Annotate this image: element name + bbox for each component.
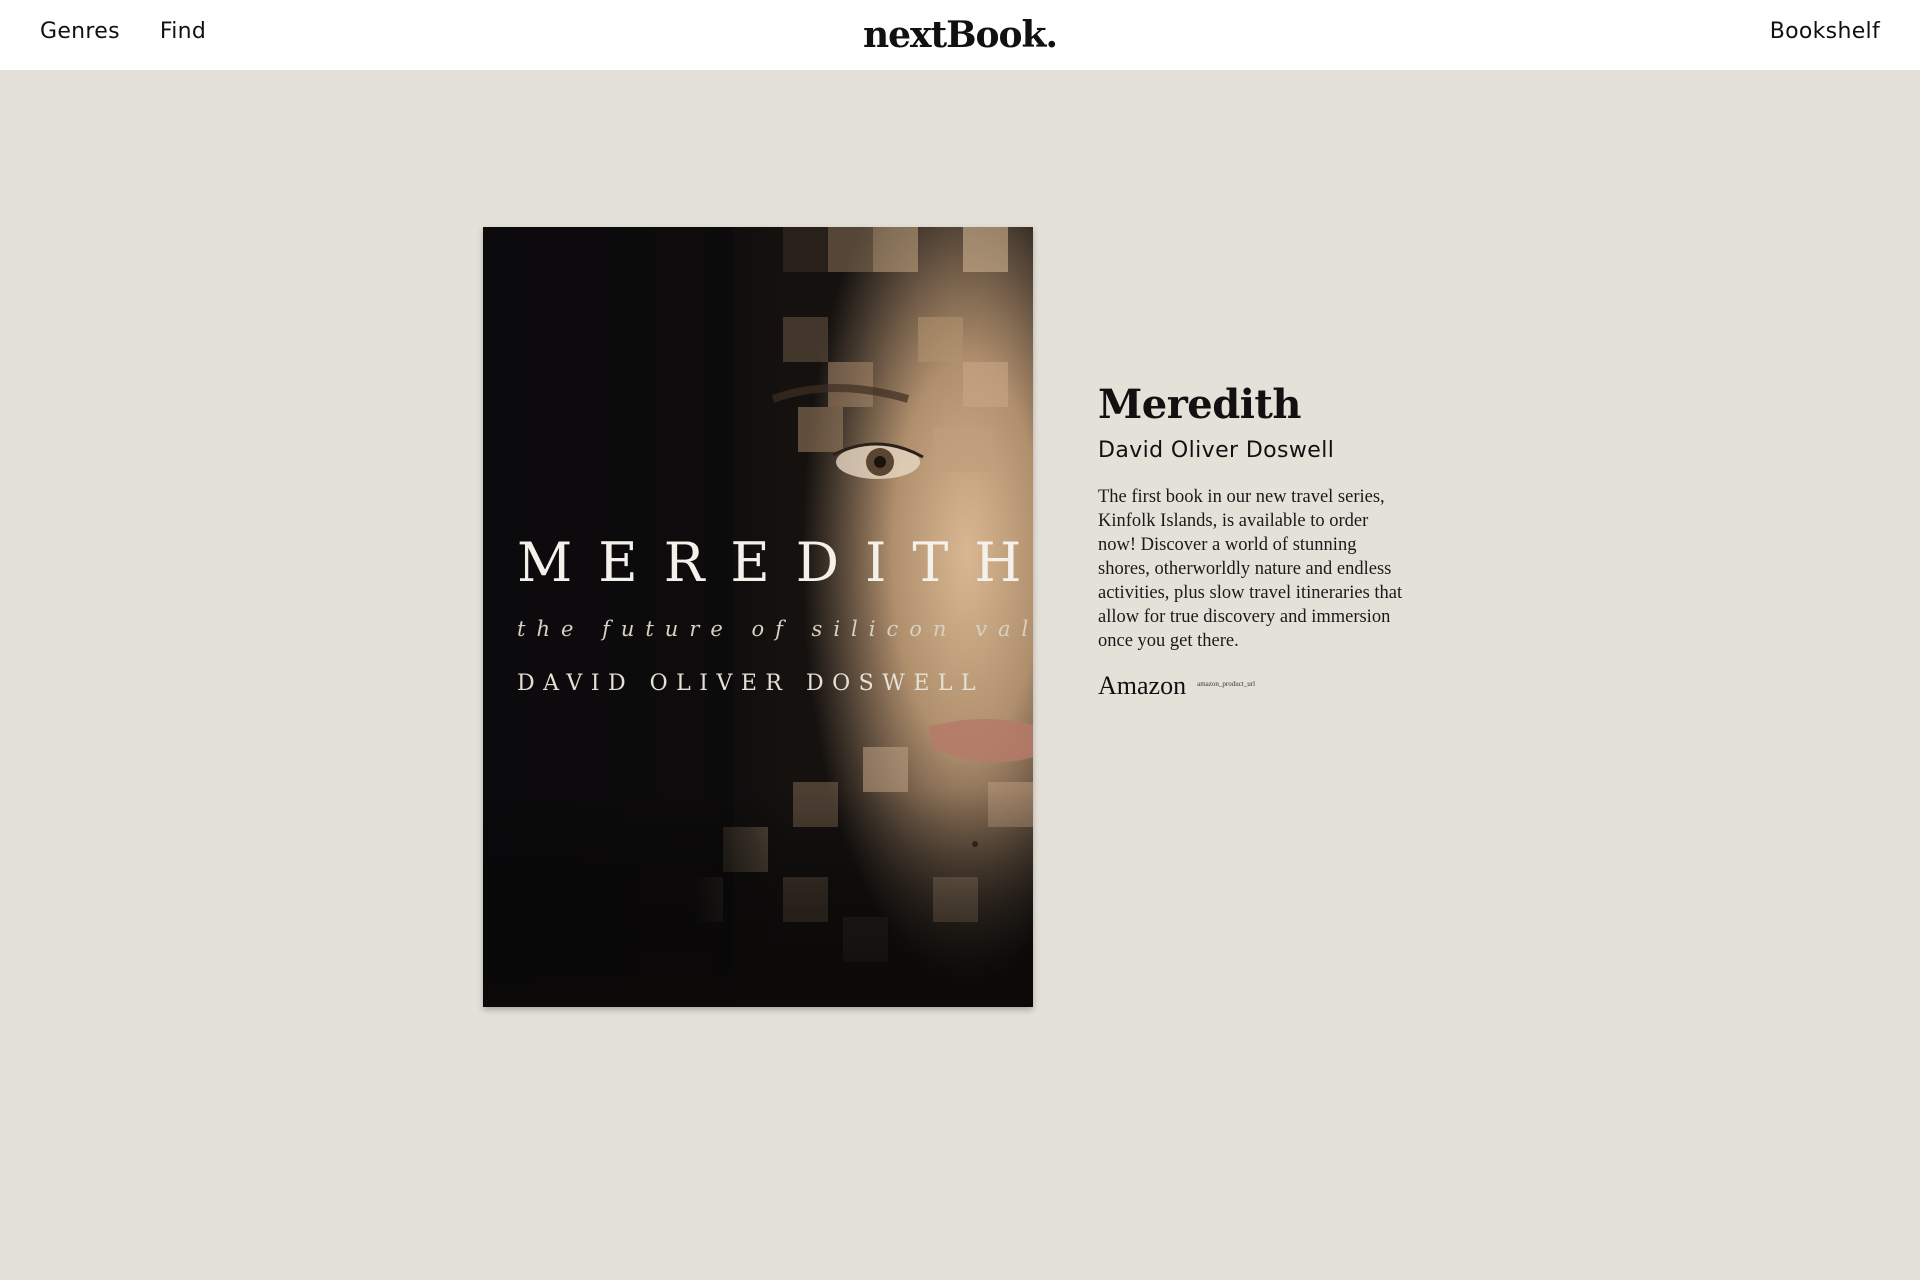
primary-nav: Genres Find [40,19,206,44]
top-navigation-bar: Genres Find nextBook. Bookshelf [0,0,1920,70]
cover-subtitle: the future of silicon valley [517,617,1033,641]
book-author: David Oliver Doswell [1098,438,1335,463]
cover-title: MEREDITH [517,531,1033,594]
nav-link-find[interactable]: Find [160,19,206,44]
nav-link-genres[interactable]: Genres [40,19,120,44]
purchase-links: Amazon amazon_product_url [1098,671,1408,701]
amazon-url-text: amazon_product_url [1197,680,1256,688]
nav-link-bookshelf[interactable]: Bookshelf [1770,19,1880,44]
secondary-nav: Bookshelf [1770,19,1880,44]
site-logo[interactable]: nextBook. [0,14,1920,56]
book-title: Meredith [1098,381,1301,428]
cover-author: DAVID OLIVER DOSWELL [517,671,985,696]
book-cover-image: MEREDITH the future of silicon valley DA… [483,227,1033,1007]
book-description: The first book in our new travel series,… [1098,487,1403,651]
amazon-link[interactable]: Amazon [1098,671,1186,701]
book-info-panel: Meredith David Oliver Doswell The first … [1098,380,1408,701]
